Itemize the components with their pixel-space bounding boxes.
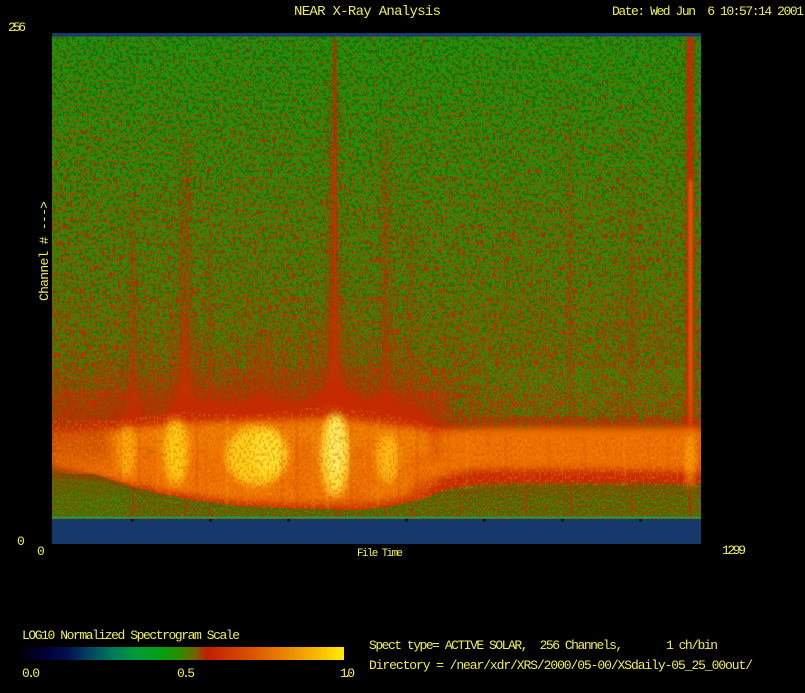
svg-text:File Time: File Time — [357, 548, 403, 560]
svg-text:1.0: 1.0 — [340, 666, 355, 681]
svg-text:1299: 1299 — [722, 543, 746, 558]
svg-text:Date: Wed Jun 6 10:57:14 2001: Date: Wed Jun 6 10:57:14 2001 — [612, 4, 804, 19]
svg-text:0: 0 — [17, 534, 25, 549]
svg-text:0.5: 0.5 — [177, 666, 195, 681]
svg-text:256: 256 — [8, 20, 26, 35]
svg-text:LOG10 Normalized Spectrogram S: LOG10 Normalized Spectrogram Scale — [22, 628, 240, 643]
svg-text:Channel # --->: Channel # ---> — [37, 201, 52, 301]
svg-text:NEAR X-Ray Analysis: NEAR X-Ray Analysis — [294, 4, 441, 20]
svg-text:0: 0 — [37, 544, 45, 559]
svg-text:Directory = /near/xdr/XRS/2000: Directory = /near/xdr/XRS/2000/05-00/XSd… — [369, 658, 753, 673]
svg-text:Spect type= ACTIVE SOLAR, 256: Spect type= ACTIVE SOLAR, 256 Channels, … — [369, 638, 718, 653]
svg-text:0.0: 0.0 — [22, 666, 40, 681]
